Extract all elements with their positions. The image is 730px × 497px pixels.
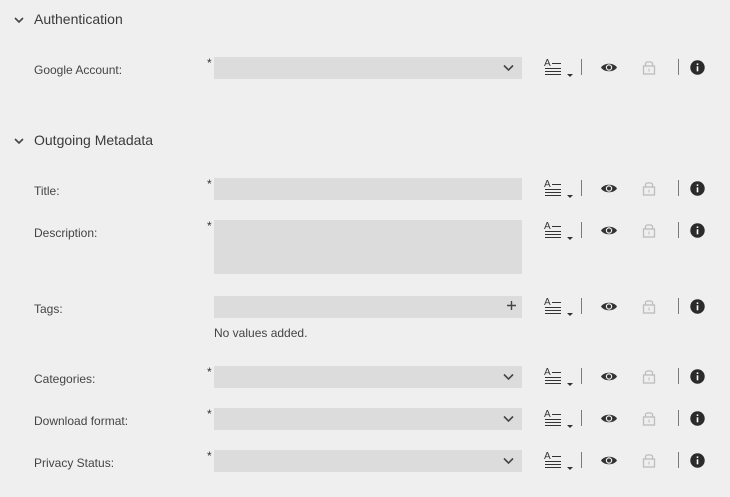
text-format-icon[interactable] (544, 178, 576, 200)
eye-icon[interactable] (600, 224, 618, 237)
section-header-authentication[interactable]: Authentication (0, 8, 160, 32)
info-icon[interactable] (690, 369, 705, 384)
chevron-down-icon (14, 15, 24, 25)
info-icon[interactable] (690, 299, 705, 314)
info-icon[interactable] (690, 223, 705, 238)
divider (678, 452, 679, 468)
section-title: Authentication (34, 11, 123, 27)
divider (678, 368, 679, 384)
text-format-icon[interactable] (544, 408, 576, 430)
eye-icon[interactable] (600, 61, 618, 74)
divider (581, 298, 582, 314)
section-header-outgoing-metadata[interactable]: Outgoing Metadata (0, 129, 180, 153)
divider (581, 180, 582, 196)
field-toolbar (0, 366, 730, 388)
lock-icon (642, 452, 656, 468)
divider (581, 222, 582, 238)
text-format-icon[interactable] (544, 220, 576, 242)
text-format-icon[interactable] (544, 366, 576, 388)
lock-icon (642, 368, 656, 384)
lock-icon (642, 222, 656, 238)
lock-icon (642, 180, 656, 196)
eye-icon[interactable] (600, 300, 618, 313)
text-format-icon[interactable] (544, 450, 576, 472)
tags-empty-note: No values added. (214, 326, 308, 340)
info-icon[interactable] (690, 453, 705, 468)
field-toolbar (0, 220, 730, 242)
divider (581, 59, 582, 75)
section-title: Outgoing Metadata (34, 132, 154, 148)
divider (678, 59, 679, 75)
field-toolbar (0, 296, 730, 318)
text-format-icon[interactable] (544, 57, 576, 79)
info-icon[interactable] (690, 60, 705, 75)
field-toolbar (0, 178, 730, 200)
divider (678, 410, 679, 426)
field-toolbar (0, 57, 730, 79)
chevron-down-icon (14, 136, 24, 146)
lock-icon (642, 298, 656, 314)
eye-icon[interactable] (600, 182, 618, 195)
divider (581, 410, 582, 426)
info-icon[interactable] (690, 181, 705, 196)
eye-icon[interactable] (600, 454, 618, 467)
lock-icon (642, 410, 656, 426)
lock-icon (642, 59, 656, 75)
divider (678, 180, 679, 196)
divider (678, 298, 679, 314)
divider (678, 222, 679, 238)
text-format-icon[interactable] (544, 296, 576, 318)
field-toolbar (0, 450, 730, 472)
divider (581, 452, 582, 468)
info-icon[interactable] (690, 411, 705, 426)
eye-icon[interactable] (600, 370, 618, 383)
divider (581, 368, 582, 384)
field-toolbar (0, 408, 730, 430)
eye-icon[interactable] (600, 412, 618, 425)
